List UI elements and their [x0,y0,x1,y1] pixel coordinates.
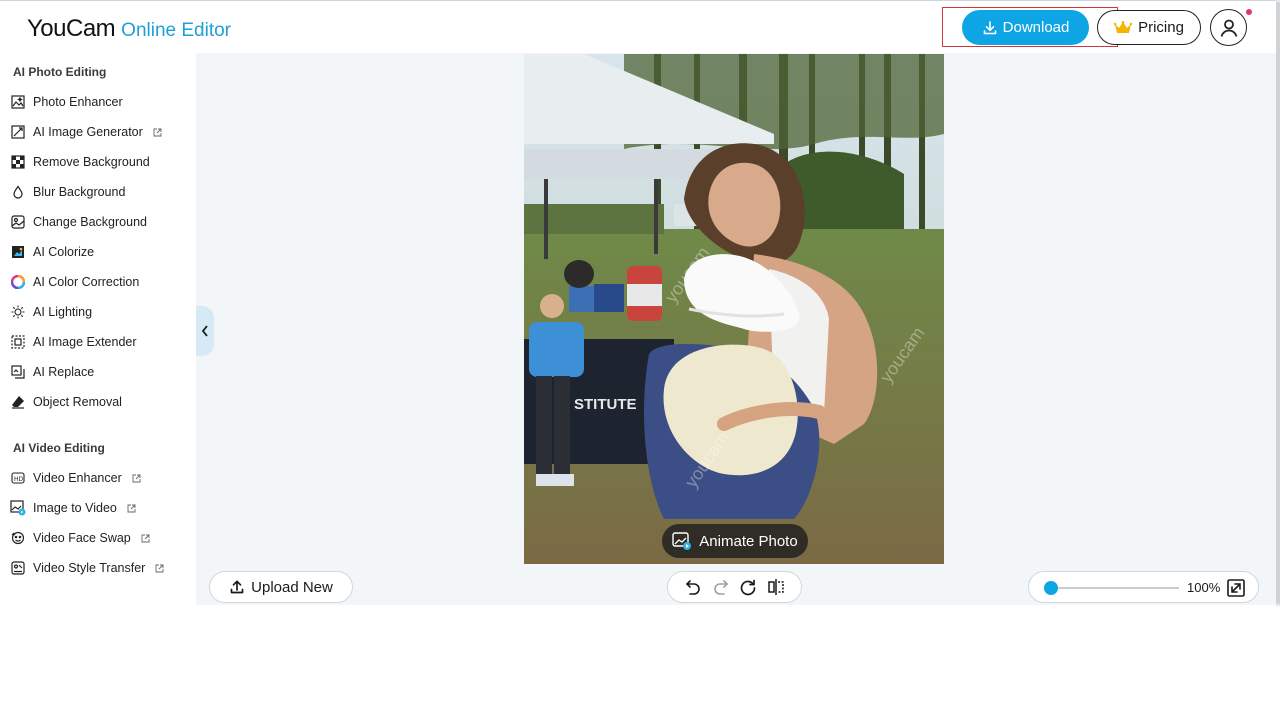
sidebar-item-ai-image-extender[interactable]: AI Image Extender [10,331,137,353]
image-extender-icon [10,334,26,350]
upload-new-button[interactable]: Upload New [209,571,353,603]
notification-dot [1246,9,1252,15]
redo-button[interactable] [711,577,731,597]
photo-enhancer-icon [10,94,26,110]
sidebar-item-label: AI Image Generator [33,125,143,139]
sidebar-item-object-removal[interactable]: Object Removal [10,391,122,413]
sidebar-item-image-to-video[interactable]: Image to Video [10,497,136,519]
compare-button[interactable] [766,577,786,597]
reset-icon [740,579,756,596]
undo-button[interactable] [683,577,703,597]
change-background-icon [10,214,26,230]
sidebar-item-video-face-swap[interactable]: Video Face Swap [10,527,150,549]
pricing-label: Pricing [1138,19,1184,36]
sidebar-item-label: Change Background [33,215,147,229]
sidebar-item-label: Video Face Swap [33,531,131,545]
edit-tools [667,571,802,603]
face-swap-icon [10,530,26,546]
sidebar-item-label: Remove Background [33,155,150,169]
undo-icon [686,580,701,595]
sign-text: STITUTE [574,396,637,413]
external-link-icon [141,534,150,542]
sidebar-item-label: Object Removal [33,395,122,409]
compare-icon [767,579,784,595]
scrollbar[interactable] [1276,0,1280,606]
sidebar-item-blur-background[interactable]: Blur Background [10,181,125,203]
external-link-icon [132,474,141,482]
external-link-icon [155,564,164,572]
chevron-left-icon [201,325,208,337]
replace-icon [10,364,26,380]
upload-new-label: Upload New [251,578,333,596]
lighting-icon [10,304,26,320]
section-title-video: AI Video Editing [13,441,105,455]
external-link-icon [127,504,136,512]
logo-main-text: YouCam [27,15,116,42]
image-to-video-icon [10,500,26,516]
sidebar-item-ai-lighting[interactable]: AI Lighting [10,301,92,323]
object-removal-icon [10,394,26,410]
logo-sub-text: Online Editor [121,20,232,41]
colorize-icon [10,244,26,260]
sidebar-item-label: Video Enhancer [33,471,122,485]
ai-image-generator-icon [10,124,26,140]
sidebar-item-ai-color-correction[interactable]: AI Color Correction [10,271,139,293]
zoom-control: 100% [1028,571,1259,603]
expand-icon [1227,579,1245,597]
pricing-button[interactable]: Pricing [1097,10,1201,45]
scrollbar-thumb[interactable] [1276,2,1280,604]
zoom-slider-thumb[interactable] [1044,581,1058,595]
photo-image: STITUTE youcam youcam youcam [524,54,944,564]
blur-background-icon [10,184,26,200]
sidebar-item-ai-colorize[interactable]: AI Colorize [10,241,94,263]
external-link-icon [153,128,162,136]
animate-photo-button[interactable]: Animate Photo [662,524,808,558]
section-title-photo: AI Photo Editing [13,65,107,79]
sidebar-item-label: AI Colorize [33,245,95,259]
video-enhancer-icon: HD [10,470,26,486]
svg-text:HD: HD [14,476,24,483]
sidebar-item-label: AI Image Extender [33,335,137,349]
sidebar-item-label: Blur Background [33,185,126,199]
sidebar-item-label: AI Color Correction [33,275,140,289]
crown-icon [1114,20,1133,33]
sidebar-item-photo-enhancer[interactable]: Photo Enhancer [10,91,123,113]
sidebar-item-video-enhancer[interactable]: HD Video Enhancer [10,467,141,489]
download-label: Download [1002,19,1070,36]
zoom-value: 100% [1187,580,1221,595]
upload-icon [230,580,244,594]
sidebar-item-ai-replace[interactable]: AI Replace [10,361,94,383]
download-icon [983,20,996,34]
color-correction-icon [10,274,26,290]
account-avatar[interactable] [1210,9,1247,46]
logo[interactable]: YouCam Online Editor [27,15,231,43]
photo-preview[interactable]: STITUTE youcam youcam youcam [524,54,944,564]
sidebar: AI Photo Editing Photo Enhancer AI Image… [0,53,196,605]
sidebar-item-label: Video Style Transfer [33,561,146,575]
redo-icon [714,580,728,595]
remove-background-icon [10,154,26,170]
animate-photo-icon [672,532,692,550]
sidebar-item-label: Photo Enhancer [33,95,123,109]
zoom-slider-track[interactable] [1051,587,1179,589]
sidebar-item-ai-image-generator[interactable]: AI Image Generator [10,121,162,143]
sidebar-item-video-style-transfer[interactable]: Video Style Transfer [10,557,164,579]
sidebar-item-remove-background[interactable]: Remove Background [10,151,150,173]
download-button[interactable]: Download [962,10,1089,45]
sidebar-item-label: AI Replace [33,365,95,379]
reset-button[interactable] [738,577,758,597]
collapse-sidebar-button[interactable] [196,306,214,356]
sidebar-item-change-background[interactable]: Change Background [10,211,147,233]
fit-screen-button[interactable] [1226,578,1246,598]
animate-photo-label: Animate Photo [699,532,798,550]
user-icon [1220,19,1237,37]
app: YouCam Online Editor Download Pricing AI… [0,0,1280,720]
sidebar-item-label: AI Lighting [33,305,93,319]
sidebar-item-label: Image to Video [33,501,117,515]
style-transfer-icon [10,560,26,576]
